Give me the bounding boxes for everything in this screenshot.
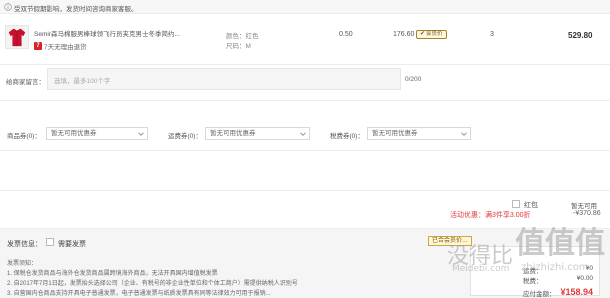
notice-bar: 受双节假期影响，发货时间咨询商家客服。: [0, 0, 610, 14]
shipping-coupon-select[interactable]: 暂无可用优惠券: [205, 127, 310, 140]
tax-fee-label: 税费：: [523, 278, 543, 285]
color-label: 颜色：: [226, 33, 246, 40]
chevron-down-icon: [461, 132, 467, 136]
tax-coupon-label: 税费券(0)：: [330, 133, 364, 140]
item-subtotal: 529.80: [568, 31, 593, 40]
watermark-text: Meidebi.com: [452, 264, 510, 274]
tax-coupon-value: 暂无可用优惠券: [372, 130, 418, 137]
tax-fee-value: ¥0.00: [576, 275, 593, 282]
watermark-text: 值值值: [515, 226, 605, 261]
product-weight: 0.50: [339, 31, 353, 38]
divider: [0, 150, 610, 151]
promotion-amount: -¥370.86: [573, 210, 601, 217]
quantity: 3: [490, 31, 494, 38]
color-attr: 颜色：红色: [226, 30, 259, 40]
invoice-notes-title: 发票须知：: [7, 261, 38, 267]
invoice-need-label: 需要发票: [58, 241, 86, 248]
size-label: 尺码：: [226, 43, 246, 50]
invoice-note: 2. 自2017年7月1日起，发票抬头选择公司（企业、有税号的非企业性单位和个体…: [7, 281, 298, 287]
unit-price: 176.60: [393, 31, 415, 38]
product-row: Semir森马棉服男棒球领飞行员夹克男士冬季简约... 7 7天无理由退货 颜色…: [0, 19, 610, 64]
color-value: 红色: [245, 33, 259, 40]
chevron-down-icon: [300, 132, 306, 136]
redpacket-status: 暂无可用: [571, 203, 597, 210]
message-char-count: 0/200: [405, 76, 422, 83]
redpacket-checkbox[interactable]: [512, 200, 520, 208]
product-thumbnail[interactable]: [5, 25, 29, 49]
divider: [0, 100, 610, 101]
total-amount: ¥158.94: [560, 287, 593, 297]
invoice-note: 1. 保税仓发货商品与海外仓发货商品属跨境海外商品，无法开具国内增值税发票: [7, 271, 218, 277]
shipping-coupon-value: 暂无可用优惠券: [210, 130, 256, 137]
shipping-coupon-label: 运费券(0)：: [168, 133, 202, 140]
jacket-image-icon: [8, 28, 26, 47]
notice-text: 受双节假期影响，发货时间咨询商家客服。: [14, 6, 138, 13]
product-coupon-value: 暂无可用优惠券: [51, 130, 97, 137]
invoice-checkbox[interactable]: [46, 238, 54, 246]
return-policy-text: 7天无理由退货: [44, 43, 87, 51]
divider: [0, 64, 610, 65]
product-coupon-label: 商品券(0)：: [7, 133, 41, 140]
check-icon: ✔: [420, 31, 426, 37]
member-price-badge: ✔ 会员价: [416, 30, 447, 39]
info-icon: [4, 3, 12, 11]
message-input[interactable]: 选填，最多100个字: [47, 68, 401, 90]
chevron-down-icon: [138, 132, 144, 136]
size-value: M: [245, 43, 251, 50]
redpacket-label: 红包: [524, 202, 538, 209]
divider: [0, 190, 610, 191]
invoice-label: 发票信息：: [7, 241, 42, 248]
invoice-note: 3. 自营国内仓商品支持开具电子普通发票，电子普通发票与纸质发票具有同等法律效力…: [7, 291, 271, 297]
return-policy: 7 7天无理由退货: [34, 41, 87, 51]
tax-coupon-select[interactable]: 暂无可用优惠券: [367, 127, 471, 140]
product-coupon-select[interactable]: 暂无可用优惠券: [46, 127, 148, 140]
total-label: 应付金额：: [523, 291, 556, 298]
size-attr: 尺码：M: [226, 40, 251, 50]
watermark-text: zhizhizhi.com: [521, 262, 589, 273]
message-placeholder: 选填，最多100个字: [54, 78, 111, 85]
message-label: 给商家留言：: [6, 79, 45, 86]
member-price-label: 会员价: [426, 31, 443, 37]
product-name[interactable]: Semir森马棉服男棒球领飞行员夹克男士冬季简约...: [34, 28, 184, 38]
seven-day-return-icon: 7: [34, 41, 42, 50]
